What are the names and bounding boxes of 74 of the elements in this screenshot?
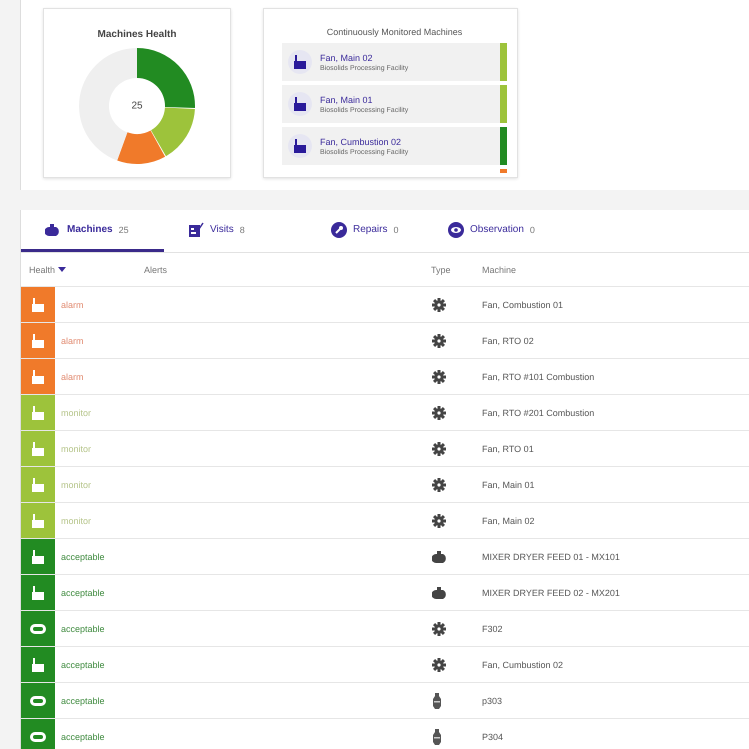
column-header: Type xyxy=(430,264,452,274)
machine-name: Fan, RTO 02 xyxy=(482,336,535,346)
gear-icon xyxy=(432,622,446,636)
factory-icon xyxy=(30,442,46,456)
health-status: alarm xyxy=(60,372,85,382)
blower-icon xyxy=(45,224,61,236)
machine-name: Fan, Cumbustion 02 xyxy=(482,660,564,670)
column-header: Alerts xyxy=(144,264,168,274)
machine-name: Fan, RTO #101 Combustion xyxy=(482,372,596,382)
card-title: Continuously Monitored Machines xyxy=(326,27,464,37)
factory-icon xyxy=(30,334,46,348)
machine-name: MIXER DRYER FEED 02 - MX201 xyxy=(482,588,621,598)
health-status: alarm xyxy=(60,300,85,310)
machine-name: Fan, Combustion 01 xyxy=(482,300,564,310)
health-status: acceptable xyxy=(60,624,106,634)
total-count: 25 xyxy=(131,100,143,112)
capsule-icon xyxy=(30,624,46,634)
machine-name: MIXER DRYER FEED 01 - MX101 xyxy=(482,552,621,562)
health-status: acceptable xyxy=(60,732,106,742)
gear-icon xyxy=(432,658,446,672)
factory-icon xyxy=(292,97,308,111)
factory-icon xyxy=(30,550,46,564)
health-status: alarm xyxy=(60,336,85,346)
tab[interactable]: Machines 25 xyxy=(21,210,164,252)
capsule-icon xyxy=(30,696,46,706)
factory-icon xyxy=(30,298,46,312)
machine-name: F302 xyxy=(482,624,504,634)
gear-icon xyxy=(432,370,446,384)
card-title: Machines Health xyxy=(98,29,176,40)
machine-name: p303 xyxy=(482,696,504,706)
health-status: monitor xyxy=(60,444,92,454)
tab[interactable]: Repairs 0 xyxy=(307,210,424,252)
eye-icon xyxy=(448,222,464,238)
clipboard-check-icon xyxy=(188,222,204,238)
health-status: acceptable xyxy=(60,660,106,670)
gear-icon xyxy=(432,514,446,528)
factory-icon xyxy=(30,478,46,492)
health-status: monitor xyxy=(60,516,92,526)
blower-icon xyxy=(432,550,448,562)
health-status: acceptable xyxy=(60,552,106,562)
health-status: acceptable xyxy=(60,696,106,706)
factory-icon xyxy=(292,55,308,69)
factory-icon xyxy=(292,139,308,153)
factory-icon xyxy=(30,370,46,384)
column-header[interactable]: Health xyxy=(29,264,56,274)
column-header: Machine xyxy=(482,264,518,274)
gear-icon xyxy=(432,298,446,312)
machine-name: Fan, Main 01 xyxy=(482,480,536,490)
tab[interactable]: Observation 0 xyxy=(424,210,553,252)
pump-icon xyxy=(432,728,442,744)
factory-icon xyxy=(30,586,46,600)
factory-icon xyxy=(30,406,46,420)
machine-name: Fan, RTO #201 Combustion xyxy=(482,408,596,418)
machine-name: Fan, Main 01 xyxy=(320,94,374,104)
health-status: monitor xyxy=(60,480,92,490)
factory-icon xyxy=(30,658,46,672)
machine-name: Fan, Cumbustion 02 xyxy=(320,136,402,146)
gear-icon xyxy=(432,478,446,492)
health-status: monitor xyxy=(60,408,92,418)
capsule-icon xyxy=(30,732,46,742)
factory-icon xyxy=(30,514,46,528)
machine-name: Fan, Main 02 xyxy=(320,52,374,62)
gear-icon xyxy=(432,406,446,420)
caret-icon[interactable] xyxy=(58,267,66,272)
blower-icon xyxy=(432,586,448,598)
gear-icon xyxy=(432,334,446,348)
machine-name: Fan, RTO 01 xyxy=(482,444,535,454)
machine-name: Fan, Main 02 xyxy=(482,516,536,526)
machine-name: P304 xyxy=(482,732,504,742)
gear-icon xyxy=(432,442,446,456)
wrench-icon xyxy=(331,222,347,238)
tab[interactable]: Visits 8 xyxy=(164,210,307,252)
pump-icon xyxy=(432,692,442,708)
health-status: acceptable xyxy=(60,588,106,598)
